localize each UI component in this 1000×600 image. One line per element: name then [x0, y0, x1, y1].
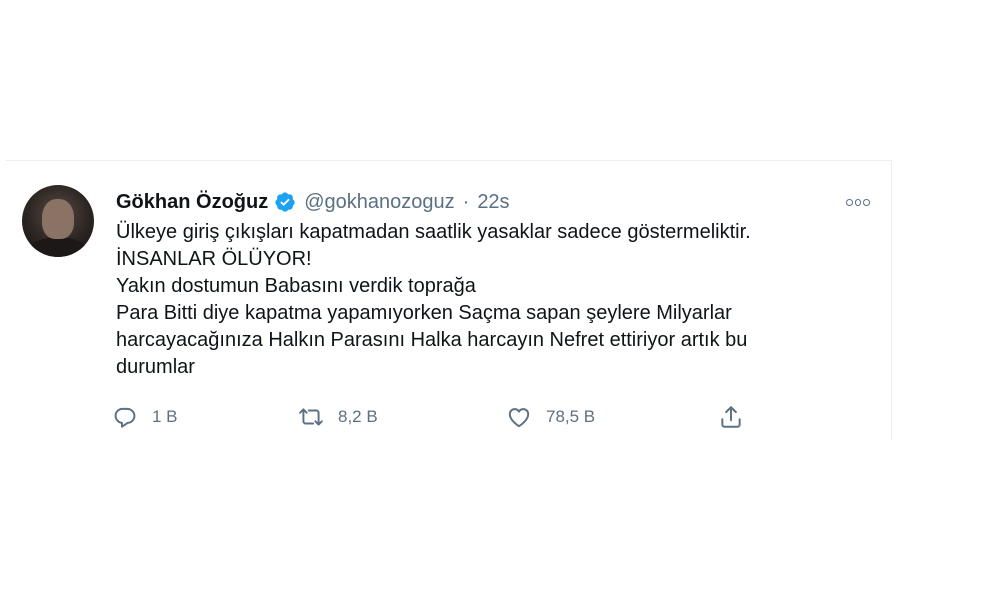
share-button[interactable] [718, 399, 758, 435]
retweet-button[interactable]: 8,2 B [298, 399, 378, 435]
heart-icon [508, 408, 530, 428]
reply-icon [114, 407, 136, 428]
more-options-icon[interactable] [845, 191, 871, 213]
author-name[interactable]: Gökhan Özoğuz [116, 191, 268, 214]
like-count: 78,5 B [546, 407, 596, 426]
tweet-text-line: Ülkeye giriş çıkışları kapatmadan saatli… [116, 221, 751, 243]
author-handle[interactable]: @gokhanozoguz [304, 191, 454, 214]
tweet-text: Ülkeye giriş çıkışları kapatmadan saatli… [116, 219, 836, 381]
like-button[interactable]: 78,5 B [506, 399, 595, 435]
tweet-header: Gökhan Özoğuz @gokhanozoguz · 22s [116, 187, 871, 217]
tweet-timestamp[interactable]: 22s [477, 191, 509, 214]
avatar-face [42, 199, 74, 239]
tweet-text-line: durumlar [116, 356, 195, 378]
share-icon [721, 406, 741, 428]
verified-badge-icon [274, 191, 296, 213]
retweet-count: 8,2 B [338, 407, 378, 426]
reply-count: 1 B [152, 407, 178, 426]
reply-button[interactable]: 1 B [112, 399, 178, 435]
avatar-shoulders [28, 237, 88, 257]
tweet-card[interactable]: Gökhan Özoğuz @gokhanozoguz · 22s Ülkeye… [6, 160, 892, 440]
tweet-text-line: harcayacağınıza Halkın Parasını Halka ha… [116, 329, 748, 351]
tweet-text-line: İNSANLAR ÖLÜYOR! [116, 248, 312, 270]
avatar[interactable] [22, 185, 94, 257]
separator-dot: · [462, 190, 470, 213]
tweet-actions: 1 B 8,2 B 78,5 B [112, 399, 772, 435]
tweet-text-line: Para Bitti diye kapatma yapamıyorken Saç… [116, 302, 732, 324]
tweet-text-line: Yakın dostumun Babasını verdik toprağa [116, 275, 476, 297]
retweet-icon [299, 408, 323, 426]
